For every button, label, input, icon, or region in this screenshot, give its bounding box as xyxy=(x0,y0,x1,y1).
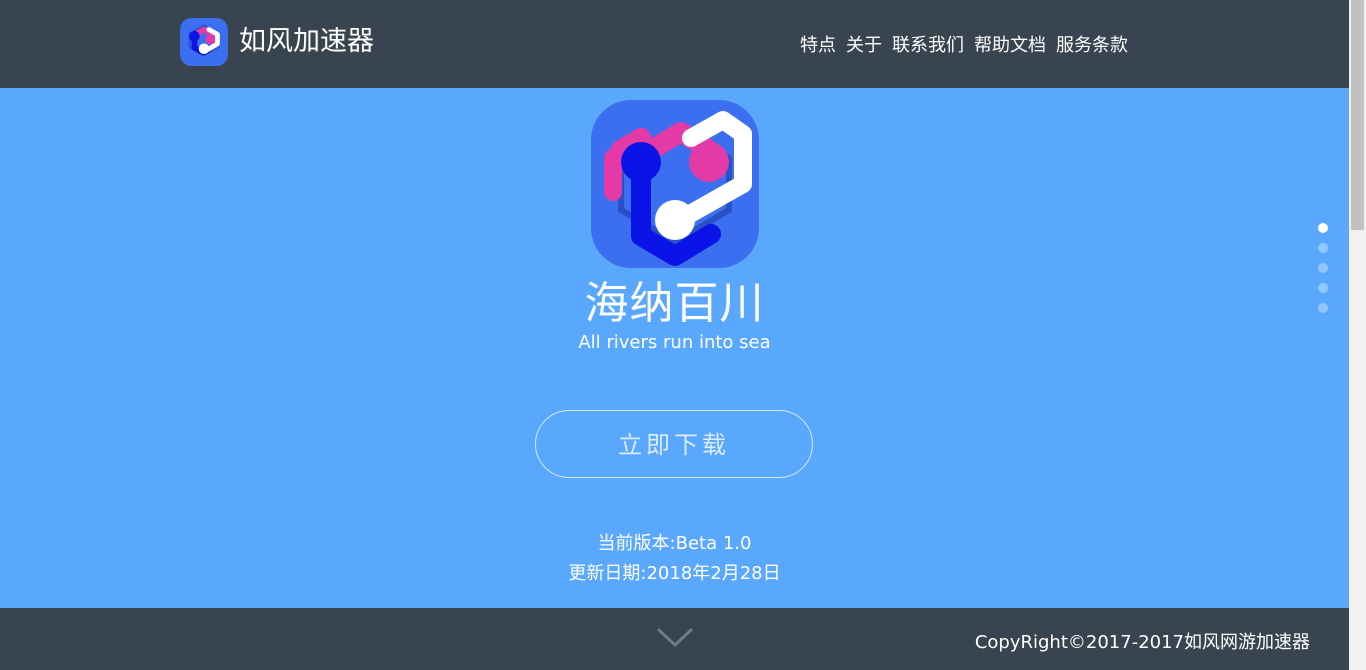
scrollbar-thumb[interactable] xyxy=(1351,0,1364,230)
brand-link[interactable]: 如风加速器 xyxy=(180,17,374,67)
nav-item-help-docs[interactable]: 帮助文档 xyxy=(974,31,1046,57)
footer: CopyRight©2017-2017如风网游加速器 xyxy=(0,608,1349,670)
version-info: 当前版本:Beta 1.0 xyxy=(597,533,752,554)
vertical-scrollbar[interactable] xyxy=(1349,0,1366,670)
nav-item-contact[interactable]: 联系我们 xyxy=(892,31,964,57)
section-dot-3[interactable] xyxy=(1318,263,1328,273)
hero-slogan: 海纳百川 xyxy=(584,278,765,329)
nav-item-about[interactable]: 关于 xyxy=(846,31,882,57)
update-date: 更新日期:2018年2月28日 xyxy=(568,563,781,584)
download-button[interactable]: 立即下载 xyxy=(535,410,813,478)
app-logo-icon xyxy=(180,18,228,66)
hero-slogan-english: All rivers run into sea xyxy=(578,332,771,353)
copyright-text: CopyRight©2017-2017如风网游加速器 xyxy=(974,632,1310,653)
app-logo-large-icon xyxy=(591,100,759,268)
section-dot-4[interactable] xyxy=(1318,283,1328,293)
top-navbar: 如风加速器 特点 关于 联系我们 帮助文档 服务条款 xyxy=(0,0,1349,88)
chevron-down-icon[interactable] xyxy=(656,626,694,650)
page: 如风加速器 特点 关于 联系我们 帮助文档 服务条款 海纳百川 All rive… xyxy=(0,0,1366,670)
main-nav: 特点 关于 联系我们 帮助文档 服务条款 xyxy=(800,0,1128,88)
section-dot-5[interactable] xyxy=(1318,303,1328,313)
section-dot-1[interactable] xyxy=(1318,223,1328,233)
section-pagination xyxy=(1318,223,1330,323)
nav-item-terms[interactable]: 服务条款 xyxy=(1056,31,1128,57)
nav-item-features[interactable]: 特点 xyxy=(800,31,836,57)
section-dot-2[interactable] xyxy=(1318,243,1328,253)
hero-section: 海纳百川 All rivers run into sea 立即下载 当前版本:B… xyxy=(0,88,1349,608)
brand-name: 如风加速器 xyxy=(239,26,374,57)
